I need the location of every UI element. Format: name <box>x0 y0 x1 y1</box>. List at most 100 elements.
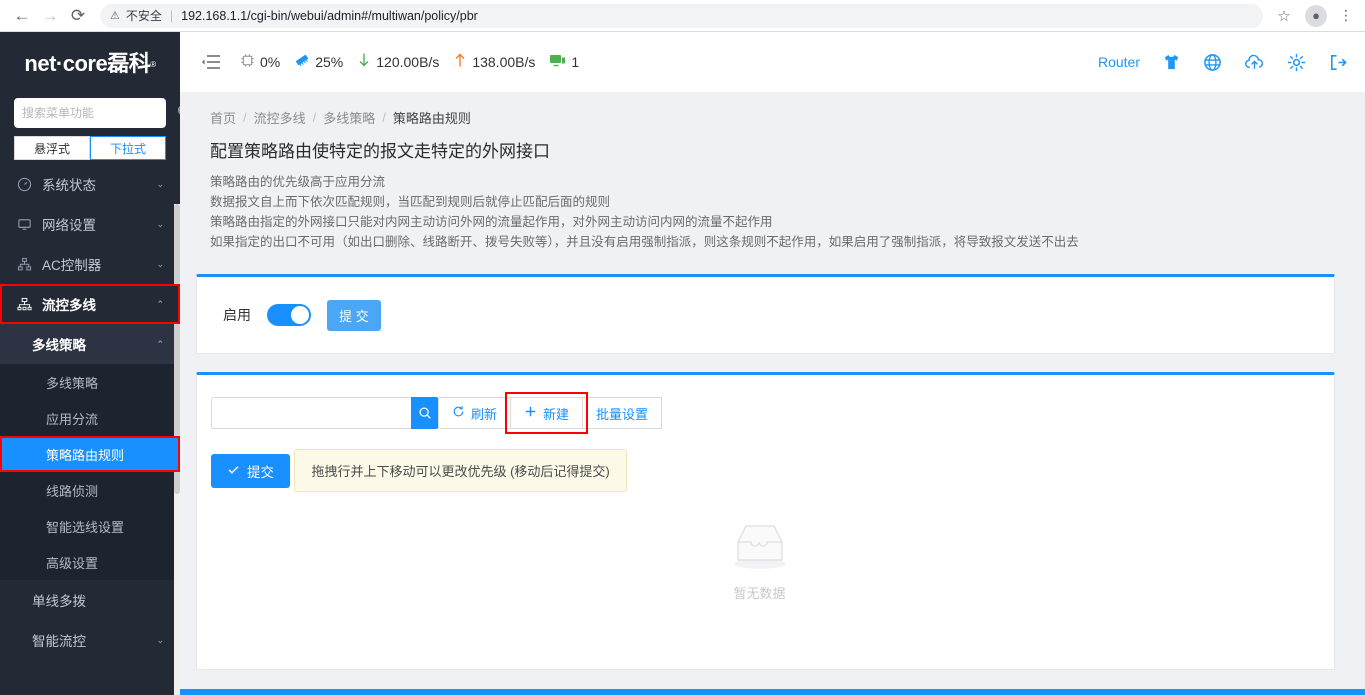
stat-value: 138.00B/s <box>472 54 536 70</box>
description-line: 策略路由的优先级高于应用分流 <box>210 175 386 189</box>
sidebar-item-network-settings[interactable]: 网络设置 ⌄ <box>0 204 180 244</box>
sidebar-item-label: 单线多拨 <box>32 594 86 609</box>
not-secure-warning-icon: ⚠ <box>110 10 120 22</box>
gauge-icon <box>16 176 32 192</box>
drag-hint-message: 拖拽行并上下移动可以更改优先级 (移动后记得提交) <box>294 449 627 492</box>
breadcrumb-separator: / <box>382 110 386 125</box>
sidebar: net·core磊科® 🔍 悬浮式 下拉式 系统状态 ⌄ 网络设置 <box>0 32 180 695</box>
sidebar-item-single-line-multidial[interactable]: 单线多拨 <box>0 580 180 620</box>
sidebar-item-smart-qos[interactable]: 智能流控 ⌄ <box>0 620 180 660</box>
mode-button-dropdown[interactable]: 下拉式 <box>90 136 166 160</box>
sidebar-item-label: 系统状态 <box>42 178 96 193</box>
forward-arrow-icon[interactable]: → <box>36 2 64 30</box>
globe-language-icon[interactable] <box>1203 53 1222 72</box>
cloud-upload-icon[interactable] <box>1244 53 1265 72</box>
refresh-button[interactable]: 刷新 <box>438 397 512 429</box>
sidebar-item-advanced-settings[interactable]: 高级设置 <box>0 544 180 580</box>
main-area: 0% 25% 120.00B/s 138.00B/s 1 Router 首页 /… <box>180 32 1365 695</box>
enable-toggle[interactable] <box>267 304 311 326</box>
enable-panel: 启用 提 交 <box>196 274 1335 354</box>
breadcrumb-separator: / <box>243 110 247 125</box>
page-title: 配置策略路由使特定的报文走特定的外网接口 <box>210 142 550 161</box>
reload-icon[interactable]: ⟳ <box>64 2 92 30</box>
stat-cpu: 0% <box>240 53 280 72</box>
sidebar-item-ac-controller[interactable]: AC控制器 ⌄ <box>0 244 180 284</box>
collapse-menu-icon[interactable] <box>198 49 224 75</box>
rules-toolbar: 刷新 新建 批量设置 <box>211 392 1308 434</box>
chevron-up-icon: ⌃ <box>156 338 164 349</box>
new-rule-button[interactable]: 新建 <box>505 392 589 434</box>
three-dot-menu-icon[interactable]: ⋮ <box>1335 3 1357 29</box>
search-icon[interactable]: 🔍 <box>177 105 180 121</box>
mode-button-floating[interactable]: 悬浮式 <box>14 136 90 160</box>
breadcrumb-item-home[interactable]: 首页 <box>210 108 236 127</box>
stat-memory: 25% <box>294 52 343 72</box>
upload-arrow-icon <box>453 52 467 72</box>
tshirt-theme-icon[interactable] <box>1162 53 1181 72</box>
address-bar[interactable]: ⚠ 不安全 | 192.168.1.1/cgi-bin/webui/admin#… <box>100 3 1263 28</box>
sidebar-group-multiwan-policy[interactable]: 多线策略 ⌃ <box>0 324 180 364</box>
sidebar-item-smart-line-settings[interactable]: 智能选线设置 <box>0 508 180 544</box>
router-mode-label[interactable]: Router <box>1098 54 1140 70</box>
sidebar-item-system-status[interactable]: 系统状态 ⌄ <box>0 164 180 204</box>
logout-icon[interactable] <box>1328 53 1347 72</box>
sidebar-item-label: AC控制器 <box>42 258 102 273</box>
sidebar-item-policy-routing-rules[interactable]: 策略路由规则 <box>0 436 180 472</box>
rules-submit-button[interactable]: 提交 <box>211 454 290 488</box>
breadcrumb-item-traffic[interactable]: 流控多线 <box>254 108 306 127</box>
chevron-down-icon: ⌄ <box>156 178 164 189</box>
description-line: 如果指定的出口不可用（如出口删除、线路断开、拨号失败等），并且没有启用强制指派，… <box>210 235 1079 249</box>
page-description: 策略路由的优先级高于应用分流 数据报文自上而下依次匹配规则，当匹配到规则后就停止… <box>180 162 1365 252</box>
sidebar-menu: 系统状态 ⌄ 网络设置 ⌄ AC控制器 ⌄ 流控多线 ⌃ 多线策略 ⌃ 多线策略… <box>0 164 180 660</box>
security-label: 不安全 <box>125 9 162 23</box>
device-monitor-icon <box>549 53 566 72</box>
url-text: 192.168.1.1/cgi-bin/webui/admin#/multiwa… <box>181 8 478 23</box>
enable-submit-button[interactable]: 提 交 <box>327 299 381 331</box>
monitor-icon <box>16 216 32 232</box>
chevron-down-icon: ⌄ <box>156 218 164 229</box>
brand-text: net·core磊科 <box>24 51 151 76</box>
sidebar-search[interactable]: 🔍 <box>14 98 180 128</box>
breadcrumb: 首页 / 流控多线 / 多线策略 / 策略路由规则 <box>180 92 1365 127</box>
back-arrow-icon[interactable]: ← <box>8 2 36 30</box>
rules-search <box>211 397 439 429</box>
sidebar-item-label: 网络设置 <box>42 218 96 233</box>
breadcrumb-item-policy[interactable]: 多线策略 <box>323 108 375 127</box>
empty-inbox-icon <box>726 520 794 577</box>
account-icon[interactable]: ● <box>1305 4 1327 27</box>
sidebar-item-app-shunt[interactable]: 应用分流 <box>0 400 180 436</box>
sidebar-item-traffic-multiwan[interactable]: 流控多线 ⌃ <box>0 284 180 324</box>
new-rule-label: 新建 <box>543 406 570 422</box>
brand-registered-mark: ® <box>150 59 156 69</box>
page-content: 首页 / 流控多线 / 多线策略 / 策略路由规则 配置策略路由使特定的报文走特… <box>180 92 1365 689</box>
stat-download: 120.00B/s <box>357 52 439 72</box>
stat-devices: 1 <box>549 53 579 72</box>
gear-settings-icon[interactable] <box>1287 53 1306 72</box>
check-icon <box>227 463 240 479</box>
empty-state-text: 暂无数据 <box>733 586 786 601</box>
plus-icon <box>524 405 537 421</box>
stat-value: 1 <box>571 54 580 70</box>
breadcrumb-item-current: 策略路由规则 <box>392 111 471 126</box>
sidebar-item-multiline-policy[interactable]: 多线策略 <box>0 364 180 400</box>
browser-actions: ☆ ● ⋮ <box>1271 3 1357 29</box>
network-node-icon <box>16 296 32 312</box>
omnibox-divider: | <box>169 8 174 23</box>
rules-panel: 刷新 新建 批量设置 提交 拖拽行并上下移动可以更改优先级 (移动后记得提交) … <box>196 372 1335 670</box>
sidebar-group-label: 多线策略 <box>32 338 86 353</box>
search-input[interactable] <box>22 106 177 120</box>
batch-settings-button[interactable]: 批量设置 <box>582 397 663 429</box>
star-icon[interactable]: ☆ <box>1271 3 1297 29</box>
sidebar-item-line-detection[interactable]: 线路侦测 <box>0 472 180 508</box>
empty-state: 暂无数据 <box>211 520 1308 602</box>
refresh-label: 刷新 <box>471 406 498 422</box>
description-line: 数据报文自上而下依次匹配规则，当匹配到规则后就停止匹配后面的规则 <box>210 195 611 209</box>
sidebar-item-label: 流控多线 <box>42 298 96 313</box>
brand-logo: net·core磊科 ® <box>0 32 180 92</box>
breadcrumb-separator: / <box>312 110 317 125</box>
enable-label: 启用 <box>223 307 251 323</box>
rules-search-input[interactable] <box>211 397 411 429</box>
menu-mode-toggle: 悬浮式 下拉式 <box>14 136 166 160</box>
search-icon[interactable] <box>411 397 439 429</box>
chevron-up-icon: ⌃ <box>156 298 164 309</box>
